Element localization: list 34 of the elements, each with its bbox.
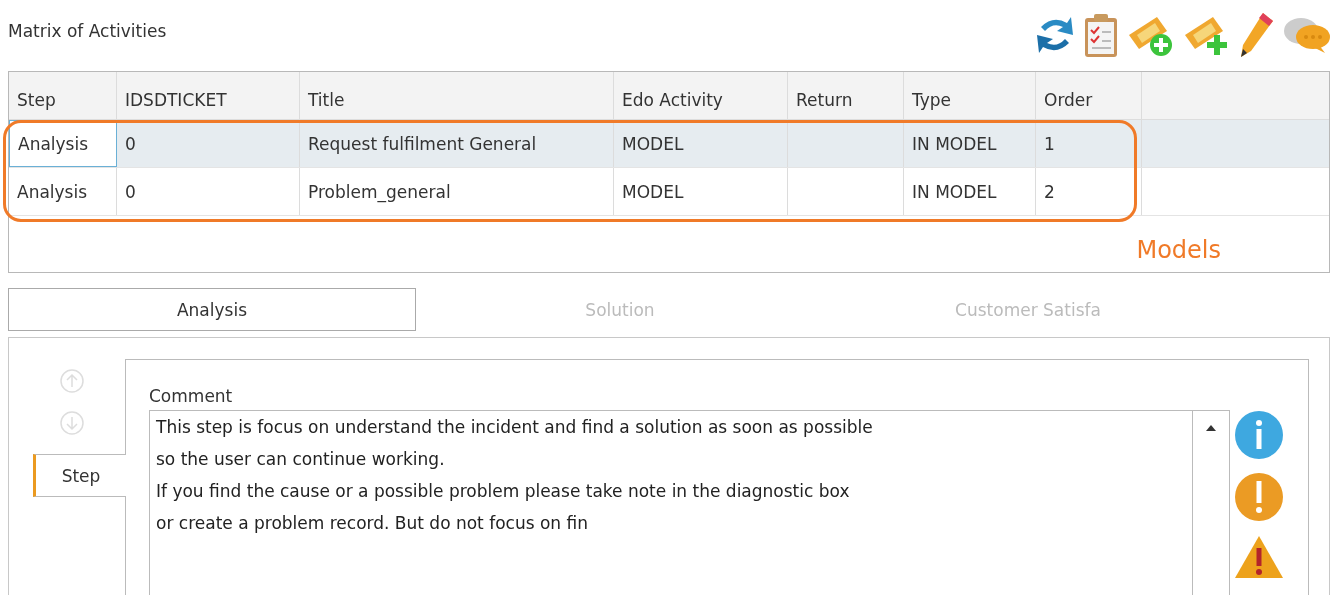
table-cell: Request fulfilment General bbox=[300, 120, 614, 167]
table-cell: 1 bbox=[1036, 120, 1142, 167]
page-title: Matrix of Activities bbox=[8, 21, 167, 41]
table-cell: MODEL bbox=[614, 120, 788, 167]
comment-field[interactable]: This step is focus on understand the incident and find a solution as soon as possible so the user can continue working. If you find the cause or a possible problem please take note in the diagnostic box or create a problem record. But do not focus on fin bbox=[149, 410, 1230, 595]
table-cell: MODEL bbox=[614, 168, 788, 215]
table-row[interactable]: Analysis 0 Problem_general MODEL IN MODEL 2 bbox=[9, 168, 1329, 216]
table-cell: Analysis bbox=[9, 168, 117, 215]
exclamation-icon[interactable] bbox=[1234, 472, 1284, 522]
column-header[interactable]: Type bbox=[904, 72, 1036, 119]
info-icon[interactable] bbox=[1234, 410, 1284, 460]
table-row[interactable]: Analysis 0 Request fulfilment General MODEL IN MODEL 1 bbox=[9, 120, 1329, 168]
tab[interactable]: Analysis bbox=[8, 288, 416, 331]
table-cell: 0 bbox=[117, 168, 300, 215]
pencil-icon[interactable] bbox=[1239, 11, 1275, 59]
column-header[interactable]: IDSDTICKET bbox=[117, 72, 300, 119]
column-header[interactable]: Edo Activity bbox=[614, 72, 788, 119]
column-header[interactable]: Step bbox=[9, 72, 117, 119]
table-cell: 2 bbox=[1036, 168, 1142, 215]
table-cell: IN MODEL bbox=[904, 120, 1036, 167]
comment-label: Comment bbox=[149, 386, 234, 406]
table-cell: Analysis bbox=[9, 120, 117, 167]
clipboard-icon[interactable] bbox=[1083, 12, 1119, 58]
column-header[interactable]: Return bbox=[788, 72, 904, 119]
column-header[interactable]: Title bbox=[300, 72, 614, 119]
column-header[interactable]: Order bbox=[1036, 72, 1142, 119]
scroll-up-icon[interactable] bbox=[1206, 425, 1216, 431]
table-cell: Problem_general bbox=[300, 168, 614, 215]
annotation-label: Models bbox=[1136, 236, 1221, 264]
warning-icon[interactable] bbox=[1234, 534, 1284, 580]
chat-icon[interactable] bbox=[1283, 15, 1331, 55]
table-cell: 0 bbox=[117, 120, 300, 167]
side-tab[interactable]: Step bbox=[33, 454, 126, 497]
table-cell: IN MODEL bbox=[904, 168, 1036, 215]
